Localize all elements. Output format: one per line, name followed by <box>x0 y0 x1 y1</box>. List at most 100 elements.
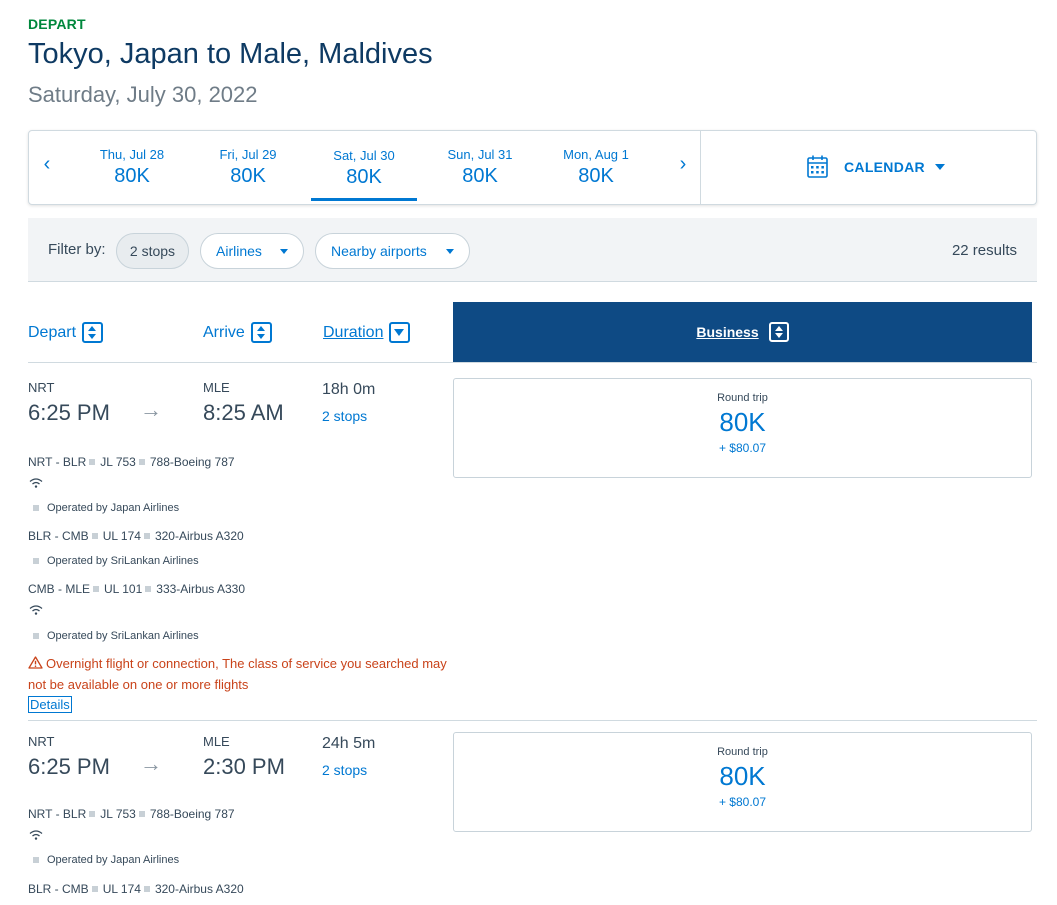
separator <box>33 633 39 639</box>
day-tab-date: Sun, Jul 31 <box>447 147 513 162</box>
segment-info: BLR - CMB UL 174 320-Airbus A320 <box>28 529 244 543</box>
day-tab-date: Fri, Jul 29 <box>219 147 277 162</box>
separator <box>145 586 152 592</box>
segment-route: CMB - MLE <box>28 582 91 596</box>
arrow-right-icon: → <box>140 751 162 776</box>
segment-flight: UL 174 <box>102 882 141 896</box>
segment-info: CMB - MLE UL 101 333-Airbus A330 <box>28 582 245 596</box>
separator <box>138 459 145 465</box>
nearby-airports-label: Nearby airports <box>331 243 427 259</box>
arrive-header-label: Arrive <box>203 323 245 341</box>
depart-header-label: Depart <box>28 323 77 341</box>
calendar-label: CALENDAR <box>844 158 925 175</box>
warning-icon <box>28 656 43 669</box>
departure-airport: NRT <box>28 734 55 749</box>
sort-icon <box>768 322 789 342</box>
business-cabin-header[interactable]: Business <box>453 302 1032 362</box>
day-tab-date: Mon, Aug 1 <box>563 147 629 162</box>
sort-descending-icon <box>389 322 411 343</box>
day-tab[interactable]: Fri, Jul 29 80K <box>195 147 301 188</box>
segment-flight: JL 753 <box>100 455 136 469</box>
stops-link[interactable]: 2 stops <box>322 408 367 424</box>
separator <box>93 586 100 592</box>
separator <box>89 811 96 817</box>
trip-type: Round trip <box>717 392 768 404</box>
next-dates-chevron-icon[interactable]: › <box>673 153 693 176</box>
trip-type: Round trip <box>717 746 768 758</box>
departure-time: 6:25 PM <box>28 400 110 425</box>
results-count: 22 results <box>951 242 1017 259</box>
day-tab-price: 80K <box>578 165 614 187</box>
segment-aircraft: 320-Airbus A320 <box>154 529 244 543</box>
flight-row: NRT 6:25 PM → MLE 2:30 PM 24h 5m 2 stops… <box>28 720 1037 905</box>
nearby-airports-dropdown[interactable]: Nearby airports <box>315 233 470 269</box>
stops-link[interactable]: 2 stops <box>322 762 367 778</box>
operator-info: Operated by Japan Airlines <box>33 854 179 866</box>
separator <box>33 505 39 511</box>
operator-info: Operated by Japan Airlines <box>33 502 179 514</box>
flight-duration: 18h 0m <box>322 381 376 398</box>
airlines-filter-dropdown[interactable]: Airlines <box>200 233 304 269</box>
duration-sort-header[interactable]: Duration <box>323 322 411 343</box>
day-tab-date: Thu, Jul 28 <box>99 147 165 162</box>
segment-route: BLR - CMB <box>28 882 89 896</box>
details-link[interactable]: Details <box>28 696 72 713</box>
fare-taxes: + $80.07 <box>718 795 767 809</box>
segment-aircraft: 333-Airbus A330 <box>156 582 245 596</box>
date-strip: ‹ Thu, Jul 28 80K Fri, Jul 29 80K Sat, J… <box>28 130 1037 205</box>
caret-down-icon <box>934 163 945 170</box>
depart-label: DEPART <box>28 16 86 32</box>
departure-time: 6:25 PM <box>28 754 110 779</box>
depart-sort-header[interactable]: Depart <box>28 322 104 343</box>
sort-icon <box>82 322 104 343</box>
flight-row: NRT 6:25 PM → MLE 8:25 AM 18h 0m 2 stops… <box>28 362 1037 720</box>
separator <box>33 558 39 564</box>
day-tab-date: Sat, Jul 30 <box>333 148 395 163</box>
segment-flight: UL 174 <box>102 529 141 543</box>
filter-label: Filter by: <box>48 241 106 258</box>
segment-aircraft: 320-Airbus A320 <box>154 882 244 896</box>
wifi-icon <box>29 830 43 840</box>
arrival-time: 2:30 PM <box>203 754 285 779</box>
separator <box>91 533 98 539</box>
separator <box>91 886 98 892</box>
prev-dates-chevron-icon[interactable]: ‹ <box>37 153 57 176</box>
business-fare-button[interactable]: Round trip 80K + $80.07 <box>453 732 1032 832</box>
wifi-icon <box>29 605 43 615</box>
day-tab[interactable]: Thu, Jul 28 80K <box>79 147 185 188</box>
business-fare-button[interactable]: Round trip 80K + $80.07 <box>453 378 1032 478</box>
day-tab-price: 80K <box>114 165 150 187</box>
segment-route: NRT - BLR <box>28 455 87 469</box>
operator-label: Operated by SriLankan Airlines <box>47 555 199 567</box>
arrival-airport: MLE <box>203 380 230 395</box>
business-header-label: Business <box>696 324 759 340</box>
day-tab-price: 80K <box>346 166 382 188</box>
day-tab-price: 80K <box>462 165 498 187</box>
wifi-icon <box>29 478 43 488</box>
fare-taxes: + $80.07 <box>718 441 767 455</box>
day-tab[interactable]: Mon, Aug 1 80K <box>543 147 649 188</box>
separator <box>143 886 150 892</box>
sort-icon <box>250 322 272 343</box>
segment-route: NRT - BLR <box>28 807 87 821</box>
stops-filter-chip[interactable]: 2 stops <box>116 233 189 269</box>
operator-label: Operated by Japan Airlines <box>47 502 180 514</box>
day-tab[interactable]: Sun, Jul 31 80K <box>427 147 533 188</box>
separator <box>33 857 39 863</box>
segment-aircraft: 788-Boeing 787 <box>149 807 235 821</box>
calendar-button[interactable]: CALENDAR <box>807 155 945 178</box>
separator <box>143 533 150 539</box>
filter-bar: Filter by: 2 stops Airlines Nearby airpo… <box>28 218 1037 282</box>
operator-info: Operated by SriLankan Airlines <box>33 555 199 567</box>
departure-airport: NRT <box>28 380 55 395</box>
arrival-airport: MLE <box>203 734 230 749</box>
fare-miles: 80K <box>719 407 766 437</box>
divider <box>700 131 701 204</box>
operator-label: Operated by SriLankan Airlines <box>47 630 199 642</box>
segment-flight: UL 101 <box>104 582 143 596</box>
warning-text: Overnight flight or connection, The clas… <box>28 656 447 692</box>
day-tab-selected[interactable]: Sat, Jul 30 80K <box>311 148 417 201</box>
page-title: Tokyo, Japan to Male, Maldives <box>28 38 433 70</box>
arrive-sort-header[interactable]: Arrive <box>203 322 272 343</box>
arrow-right-icon: → <box>140 397 162 422</box>
